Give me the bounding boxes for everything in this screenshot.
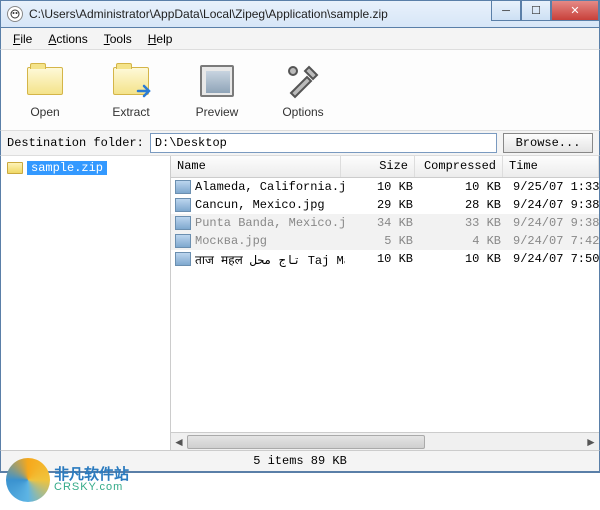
file-time: 9/24/07 9:38 PM	[507, 198, 599, 212]
col-compressed[interactable]: Compressed	[415, 156, 503, 177]
file-name: Москва.jpg	[195, 234, 345, 248]
tree-root-label: sample.zip	[27, 161, 107, 175]
scroll-thumb[interactable]	[187, 435, 425, 449]
col-size[interactable]: Size	[341, 156, 415, 177]
watermark-cn: 非凡软件站	[54, 467, 129, 482]
options-label: Options	[282, 105, 323, 119]
options-button[interactable]: Options	[273, 61, 333, 119]
open-button[interactable]: Open	[15, 61, 75, 119]
file-size: 29 KB	[345, 198, 419, 212]
tree-pane[interactable]: sample.zip	[1, 156, 171, 450]
file-thumb-icon	[175, 216, 191, 230]
preview-label: Preview	[196, 105, 239, 119]
file-name: Punta Banda, Mexico.jpg	[195, 216, 345, 230]
extract-label: Extract	[112, 105, 149, 119]
file-thumb-icon	[175, 180, 191, 194]
file-size: 10 KB	[345, 180, 419, 194]
menu-help[interactable]: Help	[140, 30, 181, 48]
file-compressed: 10 KB	[419, 252, 507, 266]
folder-open-icon	[25, 61, 65, 101]
preview-icon	[197, 61, 237, 101]
file-size: 34 KB	[345, 216, 419, 230]
file-thumb-icon	[175, 234, 191, 248]
file-time: 9/24/07 7:50 PM	[507, 252, 599, 266]
menu-tools[interactable]: Tools	[96, 30, 140, 48]
file-thumb-icon	[175, 252, 191, 266]
file-name: Cancun, Mexico.jpg	[195, 198, 345, 212]
preview-button[interactable]: Preview	[187, 61, 247, 119]
destination-label: Destination folder:	[7, 136, 144, 150]
tools-icon	[283, 61, 323, 101]
window-title: C:\Users\Administrator\AppData\Local\Zip…	[29, 7, 388, 21]
scroll-track[interactable]	[187, 434, 583, 450]
status-text: 5 items 89 KB	[253, 454, 347, 468]
list-item[interactable]: ताज महल تاج محل Taj Mahal.jpg10 KB10 KB9…	[171, 250, 599, 268]
menubar: File Actions Tools Help	[0, 28, 600, 50]
list-item[interactable]: Cancun, Mexico.jpg29 KB28 KB9/24/07 9:38…	[171, 196, 599, 214]
file-name: Alameda, California.jpg	[195, 180, 345, 194]
scroll-right-icon[interactable]: ►	[583, 434, 599, 450]
list-item[interactable]: Alameda, California.jpg10 KB10 KB9/25/07…	[171, 178, 599, 196]
menu-file[interactable]: File	[5, 30, 40, 48]
file-size: 5 KB	[345, 234, 419, 248]
column-headers: Name Size Compressed Time	[171, 156, 599, 178]
file-compressed: 4 KB	[419, 234, 507, 248]
file-compressed: 33 KB	[419, 216, 507, 230]
list-item[interactable]: Punta Banda, Mexico.jpg34 KB33 KB9/24/07…	[171, 214, 599, 232]
file-size: 10 KB	[345, 252, 419, 266]
file-time: 9/24/07 9:38 PM	[507, 216, 599, 230]
tree-root[interactable]: sample.zip	[5, 160, 166, 176]
list-item[interactable]: Москва.jpg5 KB4 KB9/24/07 7:42 PM	[171, 232, 599, 250]
toolbar: Open Extract Preview Options	[0, 50, 600, 130]
watermark: 非凡软件站 CRSKY.com	[6, 458, 129, 502]
file-thumb-icon	[175, 198, 191, 212]
col-time[interactable]: Time	[503, 156, 599, 177]
watermark-en: CRSKY.com	[54, 482, 129, 493]
folder-extract-icon	[111, 61, 151, 101]
close-button[interactable]: ✕	[551, 1, 599, 21]
browse-button[interactable]: Browse...	[503, 133, 593, 153]
titlebar[interactable]: C:\Users\Administrator\AppData\Local\Zip…	[0, 0, 600, 28]
file-name: ताज महल تاج محل Taj Mahal.jpg	[195, 251, 345, 268]
open-label: Open	[30, 105, 59, 119]
maximize-button[interactable]: ☐	[521, 1, 551, 21]
scroll-left-icon[interactable]: ◄	[171, 434, 187, 450]
file-list: Name Size Compressed Time Alameda, Calif…	[171, 156, 599, 450]
extract-button[interactable]: Extract	[101, 61, 161, 119]
watermark-logo-icon	[6, 458, 50, 502]
h-scrollbar[interactable]: ◄ ►	[171, 432, 599, 450]
destination-input[interactable]	[150, 133, 497, 153]
minimize-button[interactable]: ─	[491, 1, 521, 21]
menu-actions[interactable]: Actions	[40, 30, 95, 48]
file-compressed: 28 KB	[419, 198, 507, 212]
col-name[interactable]: Name	[171, 156, 341, 177]
destination-row: Destination folder: Browse...	[0, 130, 600, 156]
file-time: 9/25/07 1:33 AM	[507, 180, 599, 194]
zip-icon	[7, 162, 23, 174]
file-time: 9/24/07 7:42 PM	[507, 234, 599, 248]
app-icon	[7, 6, 23, 22]
file-rows[interactable]: Alameda, California.jpg10 KB10 KB9/25/07…	[171, 178, 599, 432]
file-compressed: 10 KB	[419, 180, 507, 194]
main-area: sample.zip Name Size Compressed Time Ala…	[0, 156, 600, 450]
